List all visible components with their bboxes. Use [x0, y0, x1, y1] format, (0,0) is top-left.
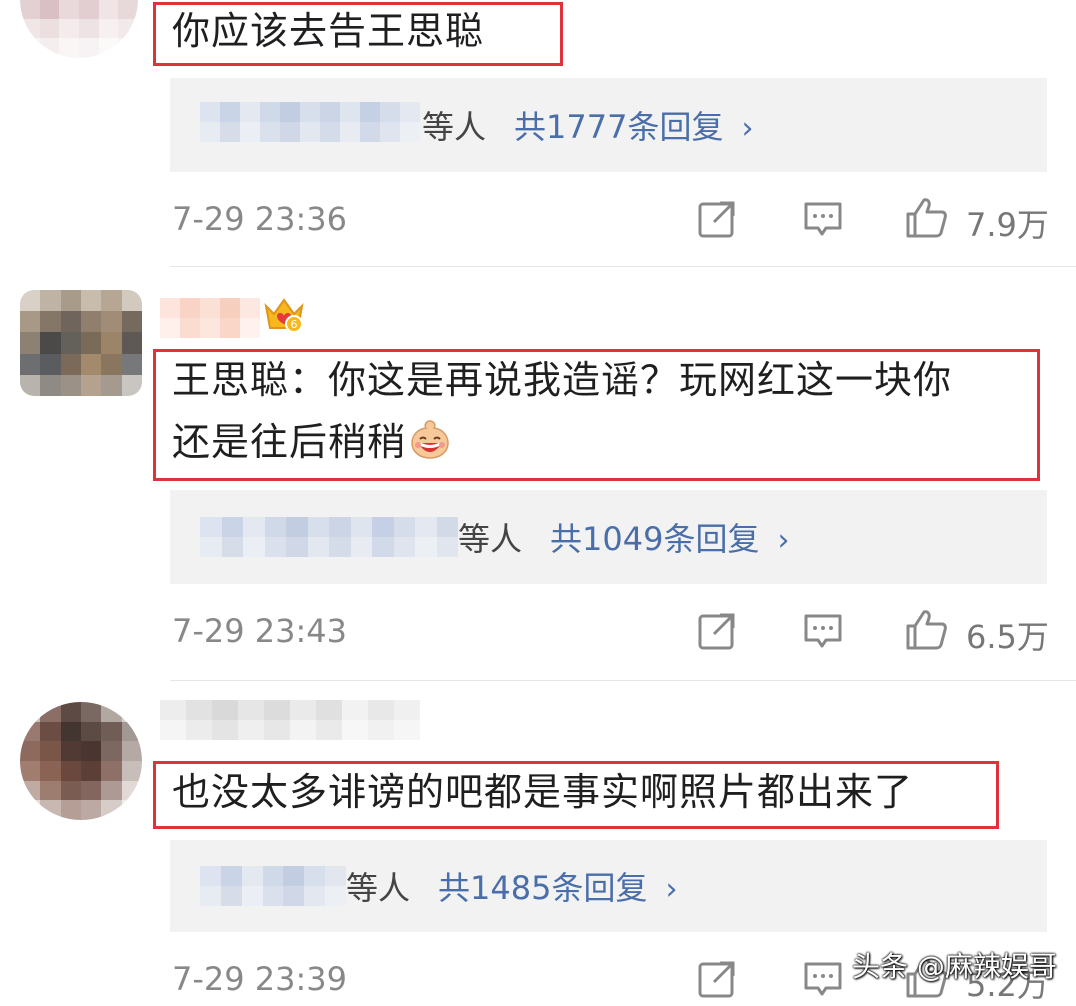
- share-icon[interactable]: [696, 958, 738, 1000]
- avatar[interactable]: [20, 702, 142, 820]
- comment-time: 7-29 23:39: [172, 960, 348, 998]
- username[interactable]: [160, 700, 420, 740]
- avatar[interactable]: [20, 0, 138, 58]
- view-replies-link[interactable]: 共1777条回复 ›: [514, 102, 753, 148]
- like-icon[interactable]: [902, 194, 950, 242]
- chevron-right-icon: ›: [741, 111, 754, 146]
- watermark: 头条 @麻辣娱哥: [852, 950, 1057, 983]
- comment-text: 还是往后稍稍: [172, 416, 452, 468]
- laugh-emoji-icon: [411, 420, 449, 459]
- like-icon[interactable]: [902, 606, 950, 654]
- chevron-right-icon: ›: [665, 872, 678, 907]
- comment-icon[interactable]: [802, 958, 844, 1000]
- chevron-right-icon: ›: [777, 523, 790, 558]
- like-count: 7.9万: [966, 206, 1049, 244]
- reply-user-names: [200, 866, 346, 906]
- comment-icon[interactable]: [802, 610, 844, 652]
- share-icon[interactable]: [696, 610, 738, 652]
- badge-level: 6: [291, 318, 298, 331]
- reply-count: 共1049条回复: [550, 520, 760, 558]
- comment-text: 你应该去告王思聪: [172, 9, 485, 53]
- reply-user-names: [200, 517, 458, 557]
- crown-badge-icon: 6: [264, 298, 304, 333]
- comment-text-line: 还是往后稍稍: [172, 420, 407, 464]
- divider: [170, 266, 1076, 267]
- username[interactable]: [160, 298, 260, 338]
- comment-time: 7-29 23:36: [172, 200, 348, 238]
- reply-count: 共1485条回复: [438, 869, 648, 907]
- comment-text: 也没太多诽谤的吧都是事实啊照片都出来了: [172, 770, 914, 814]
- comment-text: 王思聪：你这是再说我造谣？玩网红这一块你: [172, 358, 953, 402]
- reply-count: 共1777条回复: [514, 108, 724, 146]
- divider: [170, 680, 1076, 681]
- reply-others-label: 等人: [458, 520, 523, 558]
- comment-time: 7-29 23:43: [172, 612, 348, 650]
- reply-others-label: 等人: [422, 108, 487, 146]
- reply-summary[interactable]: 等人 共1049条回复 ›: [170, 490, 1047, 584]
- view-replies-link[interactable]: 共1485条回复 ›: [438, 863, 677, 909]
- like-count: 6.5万: [966, 618, 1049, 656]
- comment-icon[interactable]: [802, 198, 844, 240]
- reply-others-label: 等人: [346, 869, 411, 907]
- view-replies-link[interactable]: 共1049条回复 ›: [550, 514, 789, 560]
- share-icon[interactable]: [696, 198, 738, 240]
- reply-user-names: [200, 102, 420, 142]
- reply-summary[interactable]: 等人 共1777条回复 ›: [170, 78, 1047, 172]
- avatar[interactable]: [20, 290, 142, 396]
- reply-summary[interactable]: 等人 共1485条回复 ›: [170, 840, 1047, 932]
